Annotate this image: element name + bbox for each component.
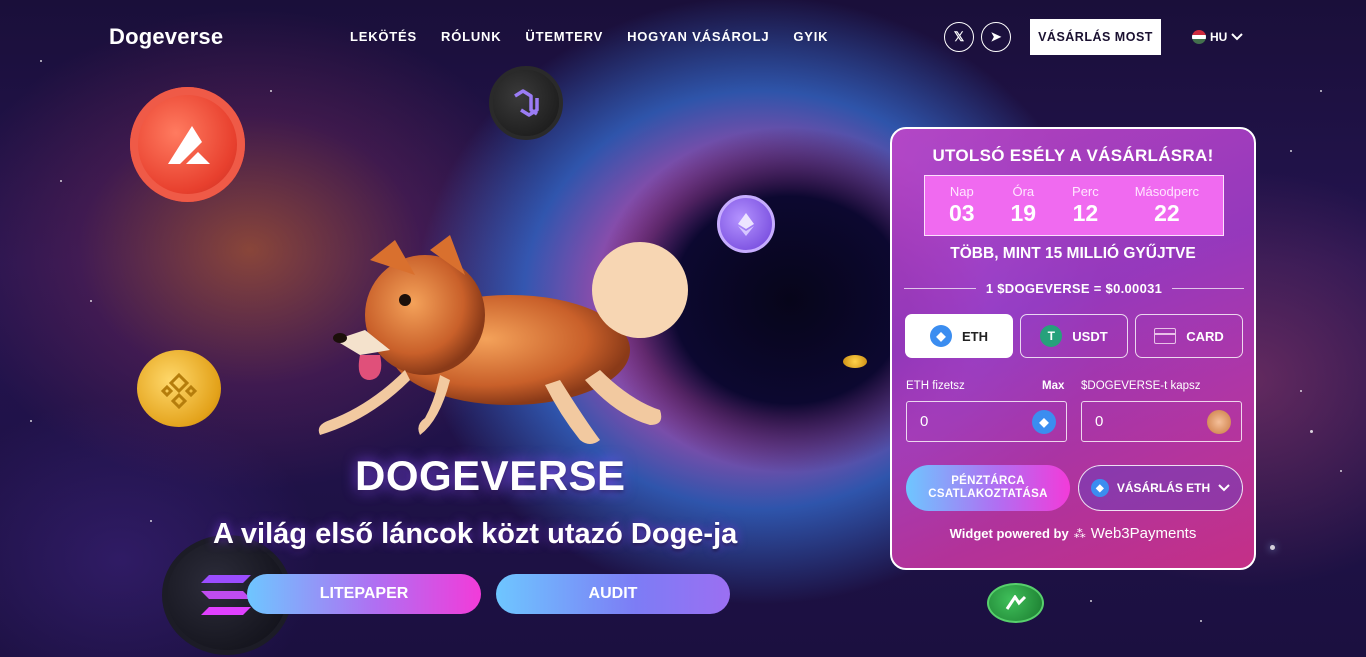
nav-about[interactable]: RÓLUNK xyxy=(441,29,501,44)
polygon-coin-icon xyxy=(489,66,563,140)
provider-name[interactable]: Web3Payments xyxy=(1091,525,1197,542)
main-nav: LEKÖTÉS RÓLUNK ÜTEMTERV HOGYAN VÁSÁROLJ … xyxy=(350,29,828,44)
bnb-coin-icon xyxy=(137,350,221,427)
receive-label: $DOGEVERSE-t kapsz xyxy=(1081,380,1201,392)
doge-token-icon xyxy=(1207,409,1231,434)
eth-icon: ◆ xyxy=(1090,479,1109,497)
powered-by-text: Widget powered by xyxy=(949,526,1069,541)
card-icon xyxy=(1154,328,1177,344)
token-rate-text: 1 $DOGEVERSE = $0.00031 xyxy=(985,281,1163,296)
currency-usdt-label: USDT xyxy=(1072,328,1108,344)
currency-usdt-button[interactable]: T USDT xyxy=(1020,314,1128,358)
avax-coin-icon xyxy=(130,87,245,202)
language-label: HU xyxy=(1210,30,1228,44)
site-logo[interactable]: Dogeverse xyxy=(109,24,223,50)
pay-label: ETH fizetsz xyxy=(906,380,965,392)
pay-amount-value: 0 xyxy=(920,413,929,430)
hero-title: DOGEVERSE xyxy=(355,452,626,499)
hungary-flag-icon xyxy=(1192,30,1206,44)
token-rate: 1 $DOGEVERSE = $0.00031 xyxy=(904,281,1244,296)
eth-icon: ◆ xyxy=(1032,409,1056,434)
x-icon[interactable]: 𝕏 xyxy=(944,22,974,52)
powered-by: Widget powered by ⁂ Web3Payments xyxy=(892,525,1254,542)
max-button[interactable]: Max xyxy=(1042,380,1064,392)
currency-eth-button[interactable]: ◆ ETH xyxy=(905,314,1013,358)
currency-card-button[interactable]: CARD xyxy=(1135,314,1243,358)
hero-subtitle: A világ első láncok közt utazó Doge-ja xyxy=(213,518,738,550)
presale-widget: UTOLSÓ ESÉLY A VÁSÁRLÁSRA! Nap 03 Óra 19 P… xyxy=(890,127,1256,570)
eth-icon: ◆ xyxy=(930,325,952,347)
currency-card-label: CARD xyxy=(1186,328,1224,344)
audit-button[interactable]: AUDIT xyxy=(496,574,730,614)
language-selector[interactable]: HU xyxy=(1192,30,1244,44)
raised-amount: TÖBB, MINT 15 MILLIÓ GYŰJTVE xyxy=(950,245,1196,262)
nav-how-to-buy[interactable]: HOGYAN VÁSÁROLJ xyxy=(627,29,769,44)
countdown-seconds: Másodperc 22 xyxy=(1134,184,1200,226)
buy-with-eth-label: VÁSÁRLÁS ETH xyxy=(1116,481,1211,495)
widget-heading: UTOLSÓ ESÉLY A VÁSÁRLÁSRA! xyxy=(932,146,1214,165)
chevron-down-icon xyxy=(1231,33,1244,41)
currency-eth-label: ETH xyxy=(962,328,988,344)
telegram-icon[interactable]: ➤ xyxy=(981,22,1011,52)
countdown-timer: Nap 03 Óra 19 Perc 12 Másodperc 22 xyxy=(924,175,1224,236)
tether-icon: T xyxy=(1040,325,1063,347)
dog-illustration xyxy=(318,235,688,444)
receive-amount-input[interactable]: 0 xyxy=(1081,401,1242,442)
pay-amount-input[interactable]: 0 ◆ xyxy=(906,401,1067,442)
chevron-down-icon xyxy=(1218,484,1230,492)
nav-roadmap[interactable]: ÜTEMTERV xyxy=(525,29,603,44)
gold-coin-icon xyxy=(843,355,867,368)
site-header: Dogeverse LEKÖTÉS RÓLUNK ÜTEMTERV HOGYAN… xyxy=(0,0,1366,74)
nav-staking[interactable]: LEKÖTÉS xyxy=(350,29,417,44)
countdown-hours: Óra 19 xyxy=(1010,184,1037,226)
receive-amount-value: 0 xyxy=(1095,413,1104,430)
countdown-days: Nap 03 xyxy=(948,184,975,226)
web3payments-logo-icon: ⁂ xyxy=(1073,526,1086,541)
nav-faq[interactable]: GYIK xyxy=(793,29,828,44)
litepaper-button[interactable]: LITEPAPER xyxy=(247,574,481,614)
ethereum-coin-icon xyxy=(717,195,775,253)
connect-wallet-button[interactable]: PÉNZTÁRCA CSATLAKOZTATÁSA xyxy=(906,465,1070,511)
buy-with-eth-button[interactable]: ◆ VÁSÁRLÁS ETH xyxy=(1078,465,1243,511)
green-coin-icon xyxy=(987,583,1044,623)
buy-now-button[interactable]: VÁSÁRLÁS MOST xyxy=(1030,19,1161,55)
countdown-minutes: Perc 12 xyxy=(1072,184,1099,226)
